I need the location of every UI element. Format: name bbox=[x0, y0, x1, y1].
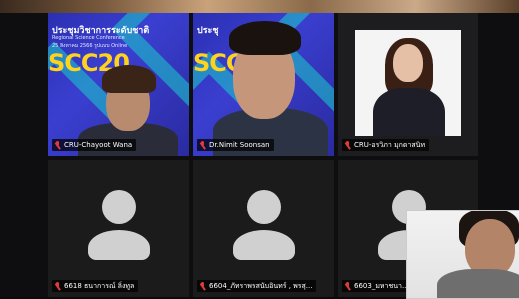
participant-name-tag: CRU-Chayoot Wana bbox=[52, 139, 137, 151]
participant-name-tag: 6618 ธนาการณ์ ลิ่งทูล bbox=[52, 280, 139, 292]
participant-name-tag: Dr.Nimit Soonsan bbox=[197, 139, 274, 151]
participant-name: CRU-อรวิภา มุกดาสนิท bbox=[354, 141, 426, 149]
mic-off-icon bbox=[54, 140, 61, 150]
conference-subtitle: Regional Science Conference bbox=[52, 35, 125, 41]
participant-tile-2[interactable]: ประชุ SCC Dr.Nimit Soonsan bbox=[193, 13, 334, 156]
participant-tile-4[interactable]: 6618 ธนาการณ์ ลิ่งทูล bbox=[48, 160, 189, 297]
participant-name-tag: 6604_ภัทราพรสนับอินทร์ , พรสุ... bbox=[197, 280, 317, 292]
participant-name-tag: CRU-อรวิภา มุกดาสนิท bbox=[342, 139, 430, 151]
avatar-placeholder-body bbox=[233, 230, 295, 260]
participant-name: 6603_มหาชนา... bbox=[354, 282, 409, 290]
avatar-placeholder-body bbox=[88, 230, 150, 260]
participant-name: 6618 ธนาการณ์ ลิ่งทูล bbox=[64, 282, 135, 290]
participant-name: CRU-Chayoot Wana bbox=[64, 141, 133, 149]
participant-photo-3 bbox=[355, 30, 461, 136]
participant-name: 6604_ภัทราพรสนับอินทร์ , พรสุ... bbox=[209, 282, 313, 290]
participant-tile-5[interactable]: 6604_ภัทราพรสนับอินทร์ , พรสุ... bbox=[193, 160, 334, 297]
avatar-placeholder-icon bbox=[247, 190, 281, 224]
mic-off-icon bbox=[199, 281, 206, 291]
top-video-strip bbox=[0, 0, 519, 13]
self-view-video[interactable] bbox=[406, 210, 519, 299]
participant-tile-1[interactable]: ประชุมวิชาการระดับชาติ Regional Science … bbox=[48, 13, 189, 156]
mic-off-icon bbox=[344, 281, 351, 291]
participant-video-2 bbox=[193, 13, 334, 156]
participant-tile-3[interactable]: CRU-อรวิภา มุกดาสนิท bbox=[338, 13, 478, 156]
mic-off-icon bbox=[344, 140, 351, 150]
avatar-placeholder-icon bbox=[102, 190, 136, 224]
mic-off-icon bbox=[54, 281, 61, 291]
mic-off-icon bbox=[199, 140, 206, 150]
participant-name: Dr.Nimit Soonsan bbox=[209, 141, 270, 149]
participant-name-tag: 6603_มหาชนา... bbox=[342, 280, 413, 292]
